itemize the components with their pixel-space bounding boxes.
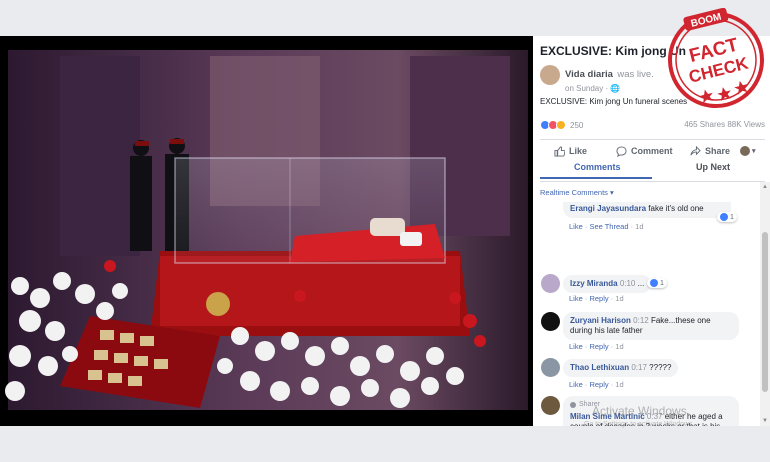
comment-bubble: Izzy Miranda 0:10 ... <box>563 275 652 293</box>
comments-filter[interactable]: Realtime Comments ▾ <box>540 188 614 197</box>
like-label: Like <box>569 146 588 156</box>
comment-like-link[interactable]: Like <box>569 222 583 231</box>
comment-like-link[interactable]: Like <box>569 380 583 389</box>
chevron-down-icon: ▾ <box>752 148 756 155</box>
share-arrow-icon <box>690 145 701 155</box>
comment-text: fake it's old one <box>648 204 704 213</box>
comment-meta: Like · See Thread · 1d <box>569 222 644 231</box>
stamp-brand: BOOM <box>690 12 723 30</box>
author-name[interactable]: Vida diaria <box>565 69 613 80</box>
comment-age: 1d <box>635 222 644 231</box>
comment-meta: Like · Reply · 1d <box>569 342 624 351</box>
stamp-stars <box>699 80 748 104</box>
audience-selector[interactable]: ▾ <box>740 146 756 156</box>
comments-list: Realtime Comments ▾ Erangi Jayasundara f… <box>533 182 770 426</box>
wow-reaction-icon <box>556 120 566 130</box>
reaction-count: 250 <box>570 120 584 130</box>
comment-timestamp[interactable]: 0:12 <box>633 316 649 325</box>
comment-text: ????? <box>649 363 672 372</box>
shares-views[interactable]: 465 Shares 88K Views <box>684 120 765 129</box>
like-reaction-icon <box>650 279 658 287</box>
post-author-row: Vida diaria was live. on Sunday · 🌐 <box>540 64 654 93</box>
commenter-avatar[interactable] <box>541 312 560 331</box>
scroll-thumb[interactable] <box>762 232 768 392</box>
active-tab-indicator <box>540 177 652 179</box>
bottom-background <box>0 426 770 462</box>
post-time[interactable]: on Sunday · 🌐 <box>565 84 654 93</box>
scroll-down-arrow-icon[interactable]: ▼ <box>761 418 769 424</box>
comment-age: 1d <box>615 342 624 351</box>
comment-meta: Like · Reply · 1d <box>569 294 624 303</box>
see-thread-link[interactable]: See Thread <box>589 222 628 231</box>
comment-label: Comment <box>631 146 673 156</box>
activate-windows-watermark: Activate Windows <box>592 404 687 418</box>
comment-reply-link[interactable]: Reply <box>589 342 608 351</box>
activate-windows-subtitle: Go to Settings to activate Windows. <box>584 421 695 428</box>
comment-author[interactable]: Izzy Miranda <box>570 279 618 288</box>
comments-scrollbar[interactable]: ▲ ▼ <box>760 182 770 426</box>
divider <box>540 139 765 140</box>
comment-meta: Like · Reply · 1d <box>569 380 624 389</box>
reactions-summary[interactable]: 250 <box>540 120 583 130</box>
comment-icon <box>616 145 627 157</box>
comment-bubble: Zuryani Harison 0:12 Fake...these one du… <box>563 312 739 340</box>
comment-button[interactable]: Comment <box>616 145 673 157</box>
comment-author[interactable]: Thao Lethixuan <box>570 363 629 372</box>
comment-like-link[interactable]: Like <box>569 294 583 303</box>
comment-reply-link[interactable]: Reply <box>589 380 608 389</box>
comment-text: ... <box>637 279 645 288</box>
tab-comments[interactable]: Comments <box>574 162 621 172</box>
scroll-up-arrow-icon[interactable]: ▲ <box>761 184 769 190</box>
thumbs-up-icon <box>554 145 565 157</box>
like-button[interactable]: Like <box>554 145 588 157</box>
top-background <box>0 0 770 36</box>
commenter-avatar[interactable] <box>541 274 560 293</box>
post-stats: 250 465 Shares 88K Views <box>540 120 765 134</box>
commenter-avatar[interactable] <box>541 396 560 415</box>
comment-timestamp[interactable]: 0:10 <box>620 279 636 288</box>
panel-tabs: Comments Up Next <box>540 161 765 179</box>
share-button[interactable]: Share <box>690 145 731 157</box>
fact-check-stamp: BOOM FACT CHECK <box>668 8 764 108</box>
comment-reactions[interactable]: 1 <box>717 212 737 222</box>
comment-author[interactable]: Zuryani Harison <box>570 316 631 325</box>
video-player[interactable] <box>0 36 533 426</box>
comment-age: 1d <box>615 294 624 303</box>
comment-reactions[interactable]: 1 <box>647 278 667 288</box>
comment-reaction-count: 1 <box>660 279 664 287</box>
comment-age: 1d <box>615 380 624 389</box>
was-live-label: was live. <box>617 69 654 80</box>
share-label: Share <box>705 146 731 156</box>
tab-up-next[interactable]: Up Next <box>696 162 730 172</box>
comment-timestamp[interactable]: 0:17 <box>631 363 647 372</box>
video-frame <box>0 36 533 426</box>
comment-like-link[interactable]: Like <box>569 342 583 351</box>
author-avatar[interactable] <box>540 65 560 85</box>
post-actions: Like Comment Share ▾ <box>540 141 765 161</box>
comment-reaction-count: 1 <box>730 213 734 221</box>
like-reaction-icon <box>720 213 728 221</box>
profile-avatar-icon <box>740 146 750 156</box>
comment-bubble: Erangi Jayasundara fake it's old one <box>563 202 731 218</box>
commenter-avatar[interactable] <box>541 358 560 377</box>
comment-reply-link[interactable]: Reply <box>589 294 608 303</box>
comment-bubble: Thao Lethixuan 0:17 ????? <box>563 359 679 377</box>
comment-author[interactable]: Erangi Jayasundara <box>570 204 646 213</box>
